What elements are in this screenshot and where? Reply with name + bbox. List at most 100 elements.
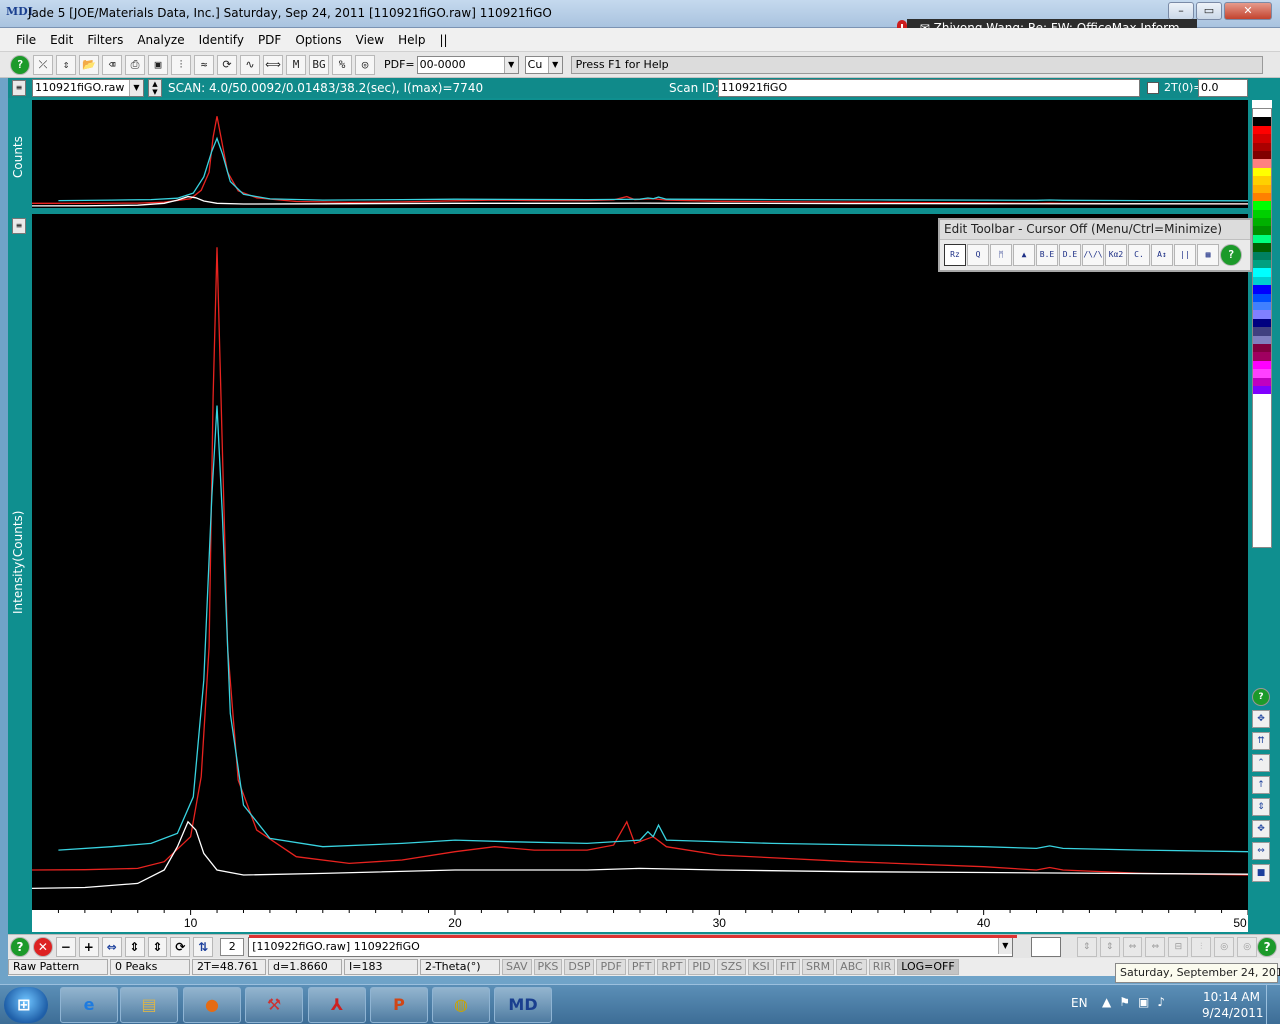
menu-item-file[interactable]: File <box>9 33 43 47</box>
delete-icon[interactable]: ✕ <box>32 936 53 957</box>
palette-swatch[interactable] <box>1253 243 1271 252</box>
jade-icon[interactable]: MD <box>494 987 552 1023</box>
status-flag-sav[interactable]: SAV <box>502 959 532 975</box>
pattern-count[interactable]: 2 <box>220 937 245 956</box>
palette-swatch[interactable] <box>1253 276 1271 286</box>
palette-swatch[interactable] <box>1253 192 1271 202</box>
palette-swatch[interactable] <box>1253 209 1271 219</box>
zoom-icon[interactable]: Q <box>967 244 989 266</box>
bar-icon[interactable]: || <box>1174 244 1196 266</box>
menu-item-help[interactable]: Help <box>391 33 432 47</box>
label-icon[interactable]: A↕ <box>1151 244 1173 266</box>
status-flag-srm[interactable]: SRM <box>802 959 835 975</box>
arrows-icon[interactable]: ⟺ <box>263 54 283 75</box>
chevron-down-icon[interactable]: ▼ <box>997 937 1012 954</box>
print-icon[interactable]: ⎙ <box>125 54 145 75</box>
palette-swatch[interactable] <box>1253 301 1271 311</box>
refresh-icon[interactable]: ⟳ <box>217 54 237 75</box>
chevron-down-icon[interactable]: ▼ <box>503 56 518 73</box>
explorer-icon[interactable]: ▤ <box>120 987 178 1023</box>
menu-item-[interactable]: || <box>432 33 454 47</box>
expand-horizontal-icon[interactable]: ✥ <box>1252 710 1270 728</box>
help-icon[interactable]: ? <box>1257 936 1278 957</box>
chevron-down-icon[interactable]: ▼ <box>547 56 562 73</box>
main-chart[interactable] <box>31 214 1249 910</box>
menu-item-edit[interactable]: Edit <box>43 33 80 47</box>
cursor-icon[interactable]: Rz <box>944 244 966 266</box>
status-flag-rir[interactable]: RIR <box>868 959 896 975</box>
pattern-select[interactable]: [110922fiGO.raw] 110922fiGO ▼ <box>248 934 1018 957</box>
ie-icon[interactable]: e <box>60 987 118 1023</box>
palette-swatch[interactable] <box>1253 377 1271 386</box>
status-flag-pid[interactable]: PID <box>688 959 715 975</box>
wave-icon[interactable]: ∿ <box>240 54 260 75</box>
swap-icon[interactable]: ⇔ <box>1122 936 1143 957</box>
log-toggle[interactable]: LOG=OFF <box>897 959 959 975</box>
order-icon[interactable]: ⇅ <box>193 936 214 957</box>
calibrate-icon[interactable]: C. <box>1128 244 1150 266</box>
arrow-up-icon[interactable]: ↑ <box>1252 776 1270 794</box>
palette-swatch[interactable] <box>1253 369 1271 378</box>
status-flag-szs[interactable]: SZS <box>716 959 747 975</box>
maximize-button[interactable]: ▭ <box>1196 2 1222 20</box>
palette-swatch[interactable] <box>1253 268 1271 277</box>
start-button[interactable]: ⊞ <box>4 987 48 1023</box>
status-flag-pft[interactable]: PFT <box>627 959 656 975</box>
peak-fill-icon[interactable]: ▲ <box>1013 244 1035 266</box>
stop-icon[interactable]: ■ <box>1252 864 1270 882</box>
palette-swatch[interactable] <box>1253 226 1271 235</box>
palette-swatch[interactable] <box>1253 150 1271 160</box>
palette-swatch[interactable] <box>1253 352 1271 361</box>
updown-alt-icon[interactable]: ⇕ <box>147 936 168 957</box>
tray-icons[interactable]: ▲⚑▣♪ <box>1102 995 1173 1009</box>
show-desktop-button[interactable] <box>1266 985 1280 1024</box>
status-flag-ksi[interactable]: KSI <box>748 959 774 975</box>
menu-item-identify[interactable]: Identify <box>192 33 251 47</box>
acrobat-icon[interactable]: ⅄ <box>308 987 366 1023</box>
fit-icon[interactable]: M <box>286 54 306 75</box>
swap-icon[interactable]: ⇔ <box>101 936 122 957</box>
help-icon[interactable]: ? <box>10 54 30 75</box>
palette-swatch[interactable] <box>1253 260 1271 269</box>
anode-select[interactable]: Cu ▼ <box>524 55 563 74</box>
menu-item-options[interactable]: Options <box>288 33 348 47</box>
scan-spinner[interactable]: ▲ ▼ <box>148 79 162 97</box>
color-palette[interactable] <box>1252 108 1272 548</box>
panel-toggle-icon[interactable]: ≡ <box>12 218 26 234</box>
updown-icon[interactable]: ⇕ <box>1099 936 1120 957</box>
bg-icon[interactable]: BG <box>309 54 329 75</box>
grid-icon[interactable]: ▦ <box>1197 244 1219 266</box>
palette-swatch[interactable] <box>1253 125 1271 135</box>
help-icon[interactable]: ? <box>1252 688 1270 706</box>
scale-up-icon[interactable]: ⇈ <box>1252 732 1270 750</box>
palette-swatch[interactable] <box>1253 218 1271 227</box>
powerpoint-icon[interactable]: P <box>370 987 428 1023</box>
status-flag-pks[interactable]: PKS <box>533 959 563 975</box>
eraser-icon[interactable]: ⌫ <box>102 54 122 75</box>
target-icon[interactable]: ◎ <box>1237 936 1258 957</box>
palette-swatch[interactable] <box>1253 394 1271 403</box>
minus-icon[interactable]: − <box>55 936 76 957</box>
palette-swatch[interactable] <box>1253 117 1271 126</box>
palette-swatch[interactable] <box>1253 184 1271 193</box>
palette-swatch[interactable] <box>1253 234 1271 244</box>
palette-swatch[interactable] <box>1253 109 1271 118</box>
chevron-up-icon[interactable]: ⌃ <box>1252 754 1270 772</box>
swap-icon[interactable]: ⇔ <box>1145 936 1166 957</box>
tool-icon[interactable]: ⊟ <box>1168 936 1189 957</box>
updown-icon[interactable]: ⇕ <box>1076 936 1097 957</box>
updown-icon[interactable]: ⇕ <box>124 936 145 957</box>
bar-icon[interactable]: ⫶ <box>1191 936 1212 957</box>
bg-edit-icon[interactable]: B.E <box>1036 244 1058 266</box>
palette-swatch[interactable] <box>1253 310 1271 319</box>
edit-toolbar[interactable]: Edit Toolbar - Cursor Off (Menu/Ctrl=Min… <box>938 218 1252 272</box>
palette-swatch[interactable] <box>1253 285 1271 294</box>
two-theta-field[interactable]: 0.0 <box>1198 79 1248 97</box>
cursor-icon[interactable]: ⤫ <box>33 54 53 75</box>
palette-swatch[interactable] <box>1253 167 1271 177</box>
palette-swatch[interactable] <box>1253 318 1271 328</box>
status-flag-rpt[interactable]: RPT <box>657 959 687 975</box>
move-icon[interactable]: ✥ <box>1252 820 1270 838</box>
chevron-down-icon[interactable]: ▼ <box>129 80 143 96</box>
filter-icon[interactable]: ≈ <box>194 54 214 75</box>
